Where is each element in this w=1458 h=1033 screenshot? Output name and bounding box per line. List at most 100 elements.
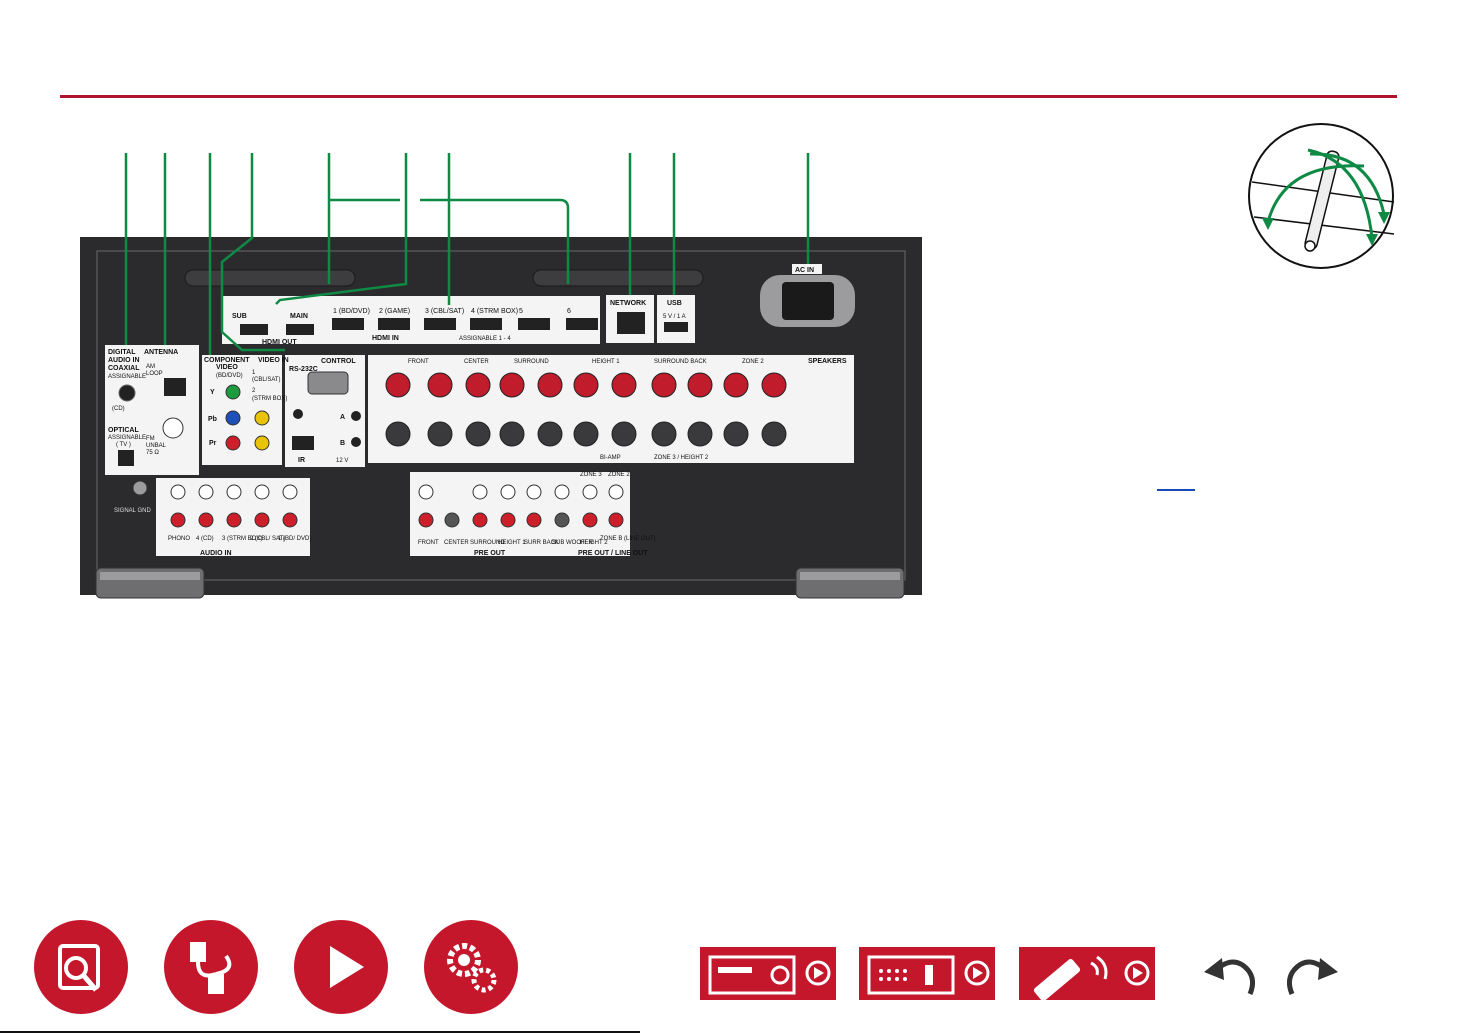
connector-jack [444,512,460,528]
connector-jack [651,372,677,398]
redo-arrow-icon[interactable] [1280,948,1342,1000]
svg-text:ZONE 2: ZONE 2 [742,359,764,365]
svg-text:SURROUND: SURROUND [514,359,549,365]
connector-jack [282,512,298,528]
svg-text:1 (BD/DVD): 1 (BD/DVD) [333,308,370,315]
connector-jack [608,484,624,500]
connector-jack [687,421,713,447]
svg-text:SURROUND BACK: SURROUND BACK [654,359,707,365]
page-reference-link[interactable] [1157,475,1195,491]
hdmi-sub-label: SUB [232,313,247,320]
connector-jack [465,372,491,398]
connector-jack [427,421,453,447]
hdmi-in-label: HDMI IN [372,335,399,342]
connector-jack [254,512,270,528]
video-strm-box-label: (STRM BOX) [252,396,287,402]
connector-jack [687,372,713,398]
connector-jack [526,484,542,500]
svg-text:6: 6 [567,308,571,315]
connector-jack [554,512,570,528]
svg-text:2 (GAME): 2 (GAME) [379,308,410,315]
connector-jack [226,484,242,500]
svg-text:VIDEO: VIDEO [216,364,238,371]
connector-jack [226,512,242,528]
svg-text:ASSIGNABLE: ASSIGNABLE [108,435,146,441]
usb-label: USB [667,300,682,307]
svg-text:4 (CD): 4 (CD) [196,536,214,542]
zone3-height2-label: ZONE 3 / HEIGHT 2 [654,455,709,461]
pre-out-labels: FRONT CENTER SURROUND HEIGHT 1 SURR BACK… [418,540,594,546]
svg-text:FM: FM [146,436,155,442]
svg-text:5: 5 [519,308,523,315]
connector-jack [282,484,298,500]
connector-jack [573,372,599,398]
connector-jack [499,372,525,398]
svg-text:AM: AM [146,364,155,370]
zone-b-label: ZONE B (LINE OUT) [600,536,656,542]
svg-text:UNBAL: UNBAL [146,443,167,449]
play-icon[interactable] [294,920,388,1014]
connector-jack [526,512,542,528]
audio-in-label: AUDIO IN [200,550,232,557]
connector-jack [537,372,563,398]
rear-panel-illustration: DIGITAL AUDIO IN ANTENNA COAXIAL ASSIGNA… [0,0,940,610]
connector-jack [537,421,563,447]
connector-jack [198,512,214,528]
connector-jack [582,484,598,500]
svg-text:PHONO: PHONO [168,536,190,542]
coaxial-label: COAXIAL [108,365,140,372]
connector-jack [500,512,516,528]
svg-text:DIGITAL: DIGITAL [108,349,136,356]
connector-jack [198,484,214,500]
zone3-label: ZONE 3 [580,472,602,478]
rear-panel-icon[interactable] [859,947,995,1000]
pb-label: Pb [208,416,217,423]
bi-amp-label: BI-AMP [600,455,621,461]
svg-text:FRONT: FRONT [408,359,429,365]
connector-jack [500,484,516,500]
svg-text:4 (STRM BOX): 4 (STRM BOX) [471,308,518,315]
svg-text:1 (BD/ DVD): 1 (BD/ DVD) [278,536,311,542]
control-label: CONTROL [321,358,356,365]
connector-jack [608,512,624,528]
manual-book-icon[interactable] [34,920,128,1014]
svg-text:LOOP: LOOP [146,371,163,377]
undo-arrow-icon[interactable] [1200,948,1262,1000]
remote-control-icon[interactable] [1019,947,1155,1000]
usb-power-label: 5 V / 1 A [663,314,686,320]
connector-jack [611,421,637,447]
connector-jack [465,421,491,447]
connector-jack [651,421,677,447]
connector-jack [472,512,488,528]
svg-text:ANTENNA: ANTENNA [144,349,178,356]
audio-in-labels: PHONO 4 (CD) 3 (STRM BOX) 2 (CBL/ SAT) 1… [168,536,311,542]
svg-text:CENTER: CENTER [444,540,469,546]
network-label: NETWORK [610,300,646,307]
connector-jack [418,512,434,528]
connector-jack [170,512,186,528]
svg-text:AUDIO IN: AUDIO IN [108,357,140,364]
settings-gears-icon[interactable] [424,920,518,1014]
connector-jack [170,484,186,500]
svg-text:3 (CBL/SAT): 3 (CBL/SAT) [425,308,464,315]
connection-cable-icon[interactable] [164,920,258,1014]
connector-jack [761,421,787,447]
hdmi-main-label: MAIN [290,313,308,320]
v12-label: 12 V [336,458,348,464]
connector-jack [499,421,525,447]
antenna-rotation-inset [1244,122,1398,270]
video-in-label: VIDEO IN [258,357,289,364]
connector-jack [385,372,411,398]
pre-out-label: PRE OUT [474,550,506,557]
optical-label: OPTICAL [108,427,139,434]
component-bd-dvd-label: (BD/DVD) [216,373,243,379]
connector-jack [582,512,598,528]
front-panel-icon[interactable] [700,947,836,1000]
connector-jack [472,484,488,500]
svg-text:75 Ω: 75 Ω [146,450,159,456]
svg-text:CENTER: CENTER [464,359,489,365]
y-label: Y [210,389,215,396]
optical-tv-label: ( TV ) [116,442,131,448]
connector-jack [723,372,749,398]
assignable-label: ASSIGNABLE [108,374,146,380]
